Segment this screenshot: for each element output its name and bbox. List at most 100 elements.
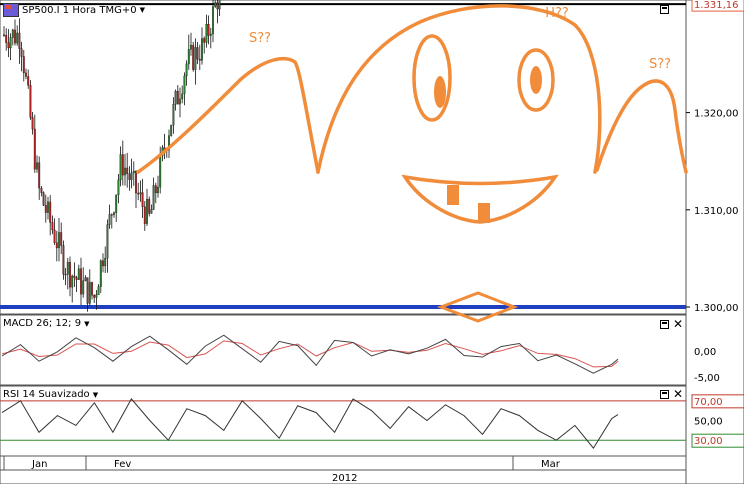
candle-body [14,29,16,44]
candle-body [77,268,80,280]
candle-body [201,38,203,61]
candle-body [11,29,14,38]
candle-body [5,34,8,43]
candle-body [40,187,43,193]
candle-body [207,23,210,36]
candle-body [99,260,102,287]
candle-body [185,63,188,77]
annotation-label: H?? [545,6,569,21]
annotation-label: S?? [649,57,671,72]
candle-body [69,261,71,288]
candle-body [117,179,120,196]
price-panel-header[interactable]: SP500.I 1 Hora TMG+0 ▼ [3,3,145,17]
candle-body [170,124,173,136]
candle-body [146,198,148,224]
candle-body [106,224,109,259]
candle-body [110,214,113,216]
candle-body [44,205,47,213]
dropdown-arrow-icon[interactable]: ▼ [84,320,89,328]
candle-body [205,23,208,43]
candle-body [55,242,58,249]
macd-panel-title: MACD 26; 12; 9 [3,318,82,329]
candle-body [203,38,206,43]
candle-body [53,229,56,243]
candle-body [148,198,151,214]
candle-body [18,32,21,49]
month-label: Jan [31,459,47,470]
candle-body [47,201,49,213]
candle-body [143,206,146,224]
candle-body [179,98,181,105]
dropdown-arrow-icon[interactable]: ▼ [140,6,145,14]
macd-panel [0,314,687,386]
left-eye-pupil [434,76,446,108]
price-panel-title: SP500.I 1 Hora TMG+0 [22,4,137,16]
candle-body [80,268,82,295]
candle-body [209,33,212,36]
candle-body [91,282,93,296]
candle-body [62,245,65,275]
candle-body [172,104,175,126]
candle-body [198,58,201,61]
candle-body [154,185,157,194]
dropdown-arrow-icon[interactable]: ▼ [93,391,98,399]
candle-body [33,128,36,170]
candle-body [27,76,30,86]
candle-body [49,201,52,223]
candle-body [58,232,60,249]
candle-body [141,192,144,207]
candle-body [82,280,85,295]
candle-body [157,187,159,194]
candle-body [38,162,41,189]
candle-body [16,32,19,44]
candle-body [174,90,177,105]
candle-body [124,167,126,176]
rsi-level-label: 30,00 [694,436,723,447]
candle-body [95,294,98,298]
candle-body [126,167,129,175]
tooth-right [478,203,490,223]
candle-body [108,214,111,225]
candle-body [31,117,34,130]
rsi-panel-header[interactable]: RSI 14 Suavizado ▼ [3,389,98,400]
candle-body [36,162,38,170]
candle-body [84,277,87,281]
minimize-button[interactable] [660,390,669,399]
candle-body [88,282,91,304]
minimize-button[interactable] [660,5,669,14]
candle-body [73,275,76,278]
tooth-left [447,185,459,205]
rsi-level-label: 70,00 [694,397,723,408]
annotation-label: S?? [249,31,271,46]
candle-body [176,90,179,105]
month-label: Mar [541,459,561,470]
candle-body [216,2,219,10]
candle-body [102,260,104,267]
candle-body [3,34,5,36]
candle-body [190,45,192,50]
minimize-button[interactable] [660,320,669,329]
candle-body [214,2,217,7]
candle-body [150,209,153,214]
candle-body [97,286,100,295]
close-icon[interactable]: ✕ [673,318,683,330]
candle-body [93,295,96,298]
candle-body [194,47,197,70]
marked-level-label: 1.331,16 [694,0,739,11]
candle-body [86,277,89,304]
candle-body [159,155,162,188]
price-axis-panel [685,0,744,484]
candle-body [51,222,54,231]
candle-body [7,42,10,49]
candle-body [196,47,199,60]
close-icon[interactable]: ✕ [673,388,683,400]
candle-body [218,0,221,10]
candle-body [115,194,118,213]
candle-body [187,49,190,65]
macd-panel-header[interactable]: MACD 26; 12; 9 ▼ [3,318,89,329]
candle-body [137,192,140,195]
candle-body [60,232,63,246]
candle-body [139,192,142,195]
candle-body [135,171,137,194]
candle-body [119,154,122,181]
